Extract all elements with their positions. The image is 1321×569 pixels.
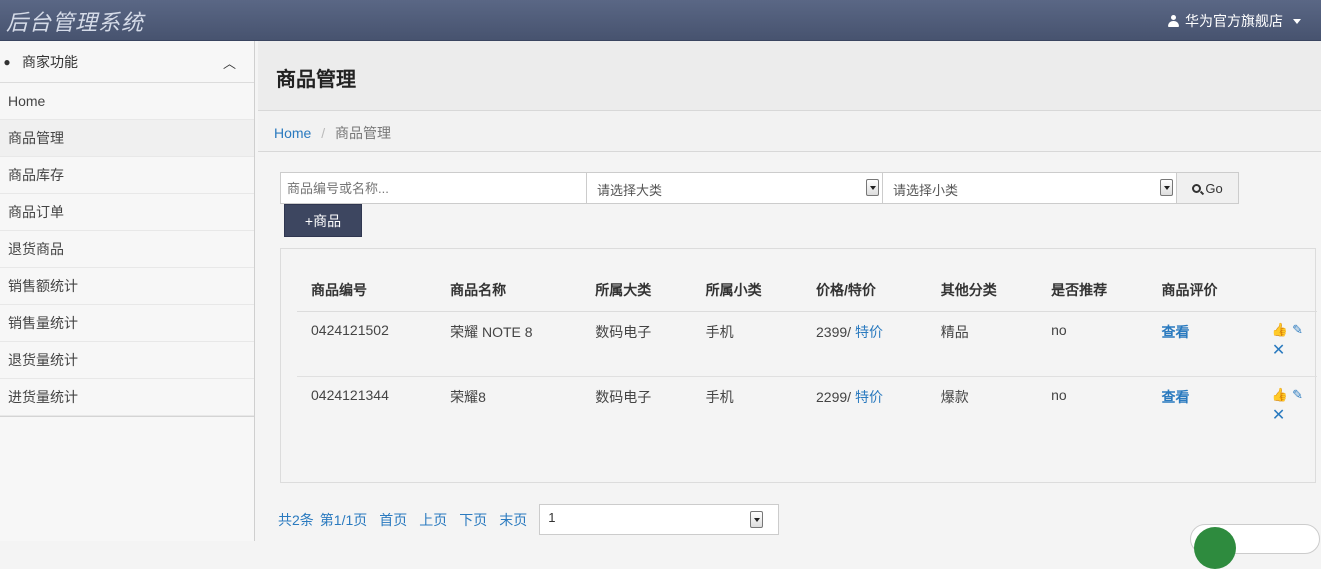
sidebar-section-merchant[interactable]: ● 商家功能 ︿	[0, 41, 254, 83]
cell-other-category: 精品	[926, 311, 1038, 377]
category-select-value: 请选择大类	[597, 183, 663, 198]
breadcrumb-separator: /	[321, 125, 326, 141]
view-review-link[interactable]: 查看	[1162, 324, 1190, 340]
cell-subcategory: 手机	[691, 311, 803, 377]
add-product-button[interactable]: +商品	[284, 204, 362, 237]
column-header-subcategory: 所属小类	[691, 269, 803, 312]
sidebar-item-returned-products[interactable]: 退货商品	[0, 231, 254, 268]
filter-bar: 请选择大类 请选择小类 Go	[280, 172, 1239, 204]
user-menu[interactable]: 华为官方旗舰店	[1168, 11, 1301, 31]
edit-pencil-icon[interactable]: ✎	[1292, 322, 1303, 338]
special-price-link[interactable]: 特价	[855, 324, 883, 340]
pager-first-link[interactable]: 首页	[379, 510, 407, 530]
breadcrumb-current: 商品管理	[335, 125, 392, 141]
shopping-bag-icon: ●	[3, 54, 11, 69]
page-select-value: 1	[548, 510, 556, 525]
cell-actions: 👍 ✎ ✕	[1258, 376, 1317, 441]
product-table: 商品编号 商品名称 所属大类 所属小类 价格/特价 其他分类 是否推荐 商品评价…	[297, 269, 1317, 441]
column-header-review: 商品评价	[1147, 269, 1258, 312]
sidebar-item-product-orders[interactable]: 商品订单	[0, 194, 254, 231]
cell-product-name: 荣耀 NOTE 8	[436, 311, 582, 377]
cell-other-category: 爆款	[940, 388, 969, 405]
cell-category: 数码电子	[581, 311, 692, 377]
sidebar: ● 商家功能 ︿ Home 商品管理 商品库存 商品订单 退货商品 销售额统计 …	[0, 41, 255, 541]
cell-recommend: no	[1037, 311, 1148, 377]
sidebar-item-product-management[interactable]: 商品管理	[0, 120, 254, 157]
price-value: 2299/	[816, 388, 852, 405]
cell-price: 2299/ 特价	[802, 376, 927, 441]
sidebar-item-purchase-volume-stats[interactable]: 进货量统计	[0, 379, 254, 416]
cell-category: 数码电子	[595, 388, 652, 405]
cell-review: 查看	[1147, 311, 1258, 377]
cell-subcategory: 手机	[705, 388, 734, 405]
sidebar-item-home[interactable]: Home	[0, 83, 254, 120]
table-row: 0424121344 荣耀8 数码电子 手机 2299/ 特价 爆款 no 查看…	[297, 376, 1317, 441]
column-header-actions	[1257, 269, 1317, 312]
sidebar-item-product-stock[interactable]: 商品库存	[0, 157, 254, 194]
go-button[interactable]: Go	[1177, 172, 1239, 204]
chevron-up-icon[interactable]: ︿	[223, 53, 236, 72]
sidebar-item-sales-amount-stats[interactable]: 销售额统计	[0, 268, 254, 305]
search-input[interactable]	[280, 172, 587, 204]
pager-prev-link[interactable]: 上页	[419, 510, 447, 530]
go-button-label: Go	[1205, 180, 1223, 196]
column-header-recommend: 是否推荐	[1037, 269, 1148, 312]
subcategory-select-value: 请选择小类	[893, 183, 959, 198]
price-value: 2399/	[816, 323, 852, 340]
pager-last-link[interactable]: 末页	[499, 510, 527, 530]
dropdown-arrow-icon	[1160, 179, 1173, 196]
product-table-panel: 商品编号 商品名称 所属大类 所属小类 价格/特价 其他分类 是否推荐 商品评价…	[280, 248, 1317, 483]
cell-recommend: no	[1051, 386, 1067, 403]
app-title: 后台管理系统	[6, 10, 145, 35]
delete-x-icon[interactable]: ✕	[1272, 340, 1303, 360]
category-select[interactable]: 请选择大类	[587, 172, 883, 204]
pager-total: 共2条	[278, 511, 314, 528]
column-header-id: 商品编号	[297, 269, 437, 312]
dropdown-arrow-icon	[866, 179, 879, 196]
cell-review: 查看	[1148, 376, 1258, 441]
page-title: 商品管理	[276, 69, 356, 91]
cell-product-name: 荣耀8	[450, 388, 486, 405]
special-price-link[interactable]: 特价	[855, 389, 883, 405]
thumbs-up-icon[interactable]: 👍	[1272, 387, 1288, 403]
sidebar-item-return-volume-stats[interactable]: 退货量统计	[0, 342, 254, 379]
floating-widget[interactable]	[1190, 524, 1320, 569]
breadcrumb: Home / 商品管理	[258, 111, 1321, 152]
user-name: 华为官方旗舰店	[1185, 13, 1283, 29]
pager-page-info: 第1/1页	[319, 511, 368, 528]
column-header-category: 所属大类	[581, 269, 692, 312]
cell-product-id: 0424121502	[297, 311, 437, 377]
cell-actions: 👍 ✎ ✕	[1257, 311, 1317, 377]
thumbs-up-icon[interactable]: 👍	[1272, 322, 1288, 338]
caret-down-icon	[1293, 18, 1301, 24]
cell-price: 2399/ 特价	[802, 311, 927, 377]
table-row: 0424121502 荣耀 NOTE 8 数码电子 手机 2399/ 特价 精品…	[297, 311, 1317, 377]
edit-pencil-icon[interactable]: ✎	[1292, 387, 1303, 403]
column-header-name: 商品名称	[436, 269, 582, 312]
breadcrumb-home-link[interactable]: Home	[274, 125, 311, 141]
view-review-link[interactable]: 查看	[1162, 389, 1190, 405]
delete-x-icon[interactable]: ✕	[1272, 405, 1303, 425]
main-content: 商品管理 Home / 商品管理 请选择大类 请选择小类 Go +商品 商品编号…	[258, 41, 1321, 541]
search-icon	[1192, 183, 1202, 193]
column-header-price: 价格/特价	[802, 269, 927, 312]
sidebar-item-sales-volume-stats[interactable]: 销售量统计	[0, 305, 254, 342]
dropdown-arrow-icon	[750, 511, 764, 528]
top-navbar: 后台管理系统 华为官方旗舰店	[0, 0, 1321, 41]
user-icon	[1168, 15, 1179, 27]
sidebar-section-label: 商家功能	[22, 53, 78, 70]
widget-circle-icon	[1194, 527, 1236, 569]
cell-product-id: 0424121344	[311, 386, 389, 403]
page-number-select[interactable]: 1	[539, 504, 780, 535]
table-header-row: 商品编号 商品名称 所属大类 所属小类 价格/特价 其他分类 是否推荐 商品评价	[297, 269, 1317, 312]
pager-next-link[interactable]: 下页	[459, 510, 487, 530]
pagination: 共2条 第1/1页 首页 上页 下页 末页 1	[278, 504, 780, 535]
subcategory-select[interactable]: 请选择小类	[883, 172, 1177, 204]
sidebar-menu: Home 商品管理 商品库存 商品订单 退货商品 销售额统计 销售量统计 退货量…	[0, 83, 254, 417]
column-header-other: 其他分类	[926, 269, 1038, 312]
page-header: 商品管理	[258, 41, 1321, 111]
